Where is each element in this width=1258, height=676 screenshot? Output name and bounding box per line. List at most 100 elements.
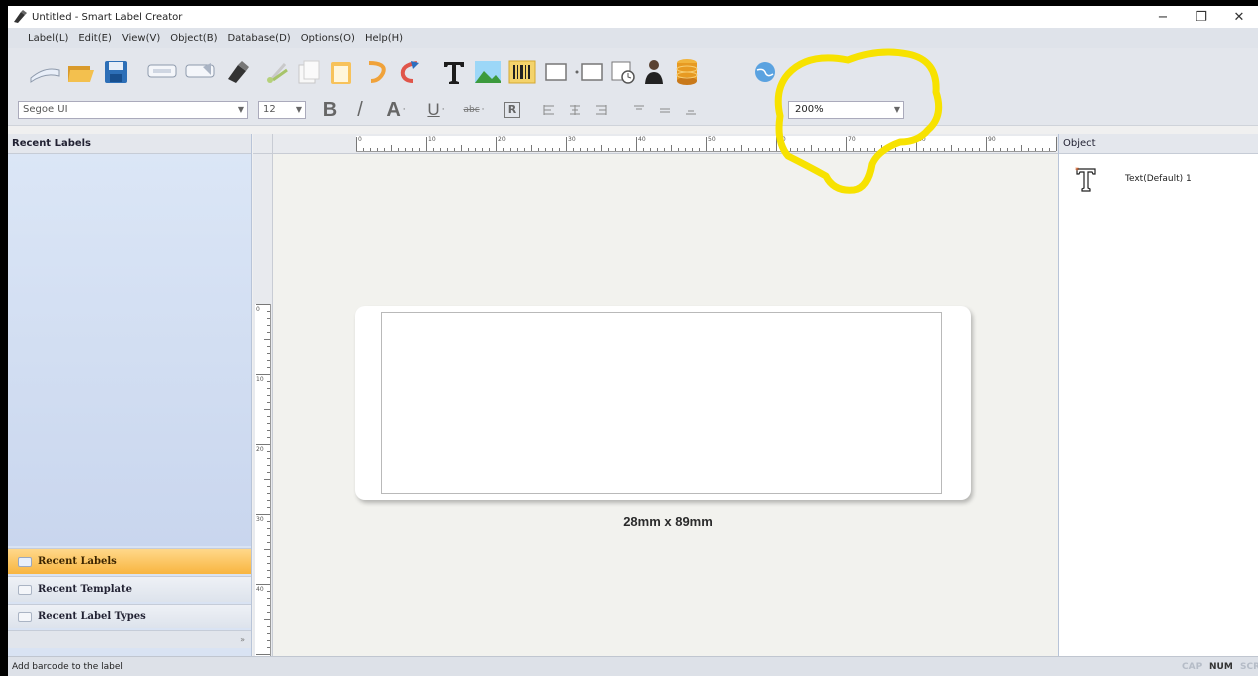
nav-recent-labels[interactable]: Recent Labels	[8, 548, 251, 574]
ruler-tick	[267, 318, 270, 319]
clear-icon[interactable]	[222, 56, 252, 88]
rectangle-tool-icon[interactable]	[542, 56, 570, 88]
align-bottom-button[interactable]	[680, 100, 702, 120]
ruler-tick	[256, 444, 270, 445]
bold-button[interactable]: B	[318, 99, 342, 121]
ruler-tick	[734, 148, 735, 151]
ruler-tick	[267, 633, 270, 634]
ruler-tick	[256, 514, 270, 515]
overflow-grip-icon[interactable]: »	[240, 635, 245, 644]
ruler-tick	[538, 148, 539, 151]
recent-labels-list[interactable]	[8, 154, 251, 546]
design-canvas[interactable]: 28mm x 89mm	[273, 154, 1058, 656]
print-preview-icon[interactable]	[144, 56, 180, 88]
text-tool-icon[interactable]	[438, 56, 470, 88]
nav-recent-label-types[interactable]: Recent Label Types	[8, 604, 251, 628]
ruler-tick	[475, 148, 476, 151]
label-sheet[interactable]	[355, 306, 971, 500]
strikethrough-glyph: abc	[463, 105, 480, 115]
labels-icon	[18, 556, 32, 567]
menu-label[interactable]: Label(L)	[28, 33, 68, 44]
font-size-select[interactable]: 12 ▼	[258, 101, 306, 119]
align-left-button[interactable]	[538, 100, 560, 120]
minimize-button[interactable]: −	[1144, 6, 1182, 28]
barcode-tool-icon[interactable]	[506, 56, 538, 88]
ruler-tick	[496, 137, 497, 151]
ruler-tick	[384, 148, 385, 151]
menu-edit[interactable]: Edit(E)	[78, 33, 112, 44]
new-label-icon[interactable]	[28, 56, 62, 88]
font-size-value: 12	[263, 104, 276, 115]
label-print-area[interactable]	[381, 312, 942, 494]
menu-view[interactable]: View(V)	[122, 33, 160, 44]
ruler-tick	[573, 148, 574, 151]
ruler-tick	[671, 145, 672, 151]
align-middle-icon	[660, 108, 670, 113]
menu-object[interactable]: Object(B)	[170, 33, 217, 44]
shape-tool-icon[interactable]	[572, 56, 606, 88]
italic-button[interactable]: /	[348, 99, 372, 121]
menu-options[interactable]: Options(O)	[301, 33, 355, 44]
ruler-tick	[267, 647, 270, 648]
ruler-tick	[699, 148, 700, 151]
caps-lock-indicator: CAP	[1182, 662, 1203, 672]
ruler-tick	[267, 472, 270, 473]
ruler-tick	[267, 556, 270, 557]
ruler-tick	[267, 640, 270, 641]
ruler-tick	[267, 423, 270, 424]
save-icon[interactable]	[100, 56, 132, 88]
object-list-item[interactable]: * Text(Default) 1	[1075, 166, 1192, 192]
ruler-tick	[510, 148, 511, 151]
person-tool-icon[interactable]	[640, 56, 670, 88]
ruler-tick	[601, 145, 602, 151]
align-middle-button[interactable]	[654, 100, 676, 120]
window-controls: − ❐ ✕	[1144, 6, 1258, 28]
image-tool-icon[interactable]	[472, 56, 504, 88]
redo-icon[interactable]	[394, 56, 424, 88]
frame-text-button[interactable]: R	[500, 100, 524, 120]
ruler-tick	[267, 402, 270, 403]
ruler-tick	[267, 388, 270, 389]
copy-icon[interactable]	[294, 56, 324, 88]
chevron-down-icon: ·	[402, 105, 406, 115]
open-folder-icon[interactable]	[64, 56, 98, 88]
undo-icon[interactable]	[362, 56, 392, 88]
close-button[interactable]: ✕	[1220, 6, 1258, 28]
ruler-tick	[267, 528, 270, 529]
cut-icon[interactable]	[262, 56, 292, 88]
ruler-tick	[461, 145, 462, 151]
align-right-button[interactable]	[590, 100, 612, 120]
align-center-button[interactable]	[564, 100, 586, 120]
ruler-tick	[1000, 148, 1001, 151]
ruler-tick	[267, 563, 270, 564]
print-icon[interactable]	[182, 56, 218, 88]
menu-database[interactable]: Database(D)	[227, 33, 290, 44]
ruler-tick	[692, 148, 693, 151]
status-bar: Add barcode to the label CAP NUM SCR	[8, 656, 1258, 676]
align-top-button[interactable]	[628, 100, 650, 120]
recent-labels-panel: Recent Labels Recent Labels Recent Templ…	[8, 134, 252, 656]
underline-button[interactable]: U ·	[420, 100, 452, 120]
paste-icon[interactable]	[326, 56, 356, 88]
app-icon	[12, 9, 28, 25]
ruler-tick	[267, 542, 270, 543]
date-time-tool-icon[interactable]	[608, 56, 638, 88]
ruler-tick	[267, 451, 270, 452]
ruler-tick	[972, 148, 973, 151]
font-color-button[interactable]: A ·	[380, 99, 412, 121]
ruler-tick	[267, 626, 270, 627]
ruler-tick	[267, 493, 270, 494]
ruler-tick	[650, 148, 651, 151]
ruler-tick	[370, 148, 371, 151]
ruler-label: 20	[256, 446, 264, 453]
maximize-button[interactable]: ❐	[1182, 6, 1220, 28]
database-icon[interactable]	[672, 56, 702, 88]
vertical-ruler: 0 10 20 30 40	[253, 154, 273, 656]
ruler-tick	[524, 148, 525, 151]
menu-help[interactable]: Help(H)	[365, 33, 403, 44]
nav-recent-template[interactable]: Recent Template	[8, 576, 251, 602]
font-family-select[interactable]: Segoe UI ▼	[18, 101, 248, 119]
ruler-tick	[267, 605, 270, 606]
strikethrough-button[interactable]: abc ·	[458, 100, 490, 120]
ruler-tick	[267, 381, 270, 382]
